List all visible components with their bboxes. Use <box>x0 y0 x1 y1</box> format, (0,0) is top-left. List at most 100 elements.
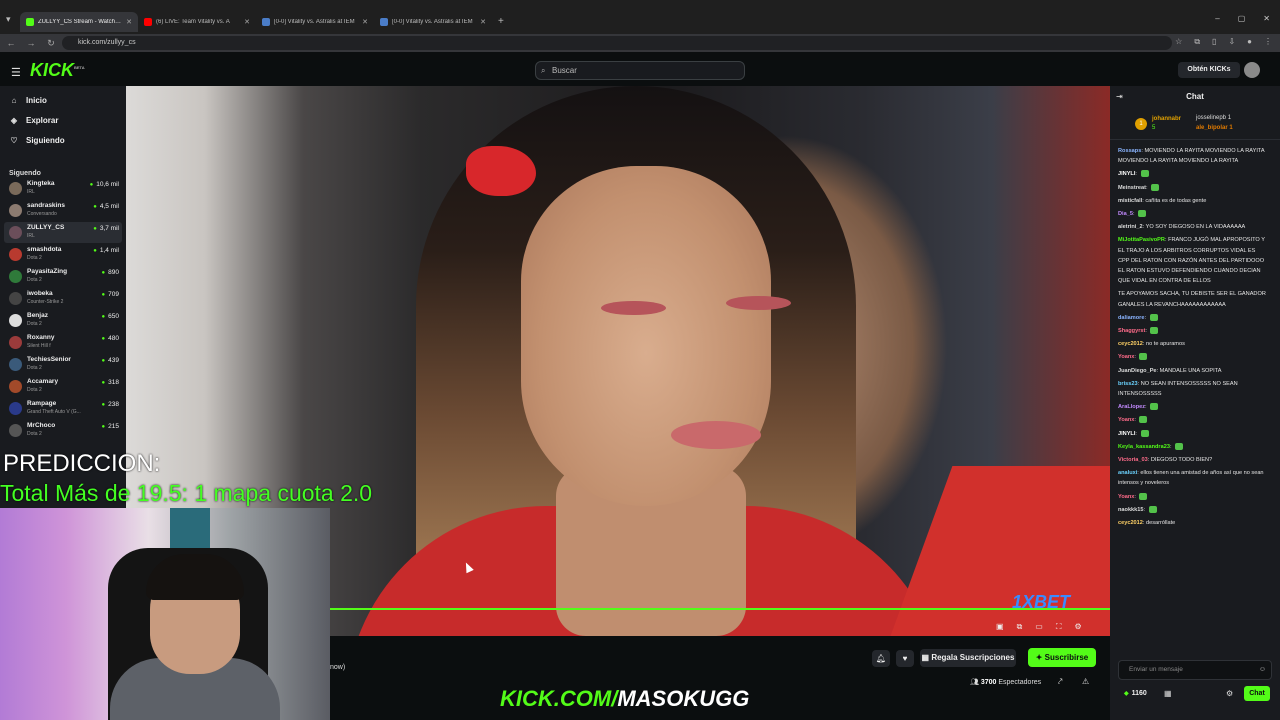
gifter-entry[interactable]: josselinepb 1 <box>1196 115 1231 121</box>
sidebar-channel[interactable]: ZULLYY_CS IRL 3,7 mil <box>4 222 122 243</box>
channel-avatar <box>9 402 22 415</box>
chat-username[interactable]: Yoanx <box>1118 494 1134 500</box>
chat-username[interactable]: daliamore <box>1118 315 1144 321</box>
sidebar-channel[interactable]: MrChoco Dota 2 215 <box>4 420 122 441</box>
extensions-icon[interactable]: ⧉ <box>1194 37 1200 47</box>
webcam-overlay <box>0 508 330 720</box>
minimize-icon[interactable]: – <box>1215 14 1219 23</box>
theater-icon[interactable]: ▭ <box>1035 622 1043 632</box>
fullscreen-icon[interactable]: ⛶ <box>1056 622 1062 632</box>
chat-username[interactable]: Keyla_kassandra23 <box>1118 444 1170 450</box>
follow-heart-icon[interactable]: ♥ <box>896 650 914 667</box>
video-lips-shape <box>671 421 761 449</box>
tab-close-icon[interactable]: ✕ <box>244 18 250 26</box>
back-icon[interactable]: ← <box>2 38 20 48</box>
emote-icon <box>1148 505 1157 513</box>
nav-home[interactable]: ⌂ Inicio <box>10 96 47 105</box>
sidebar-channel[interactable]: Rampage Grand Theft Auto V (G... 238 <box>4 398 122 419</box>
chat-username[interactable]: Shaggyrst <box>1118 328 1145 334</box>
tab-favicon-icon <box>26 18 34 26</box>
nav-label: Inicio <box>26 96 47 105</box>
sidebar-channel[interactable]: PayasitaZing Dota 2 890 <box>4 266 122 287</box>
notification-bell-icon[interactable]: 🔔︎ <box>872 650 890 667</box>
emoji-icon[interactable]: ☺ <box>1259 661 1266 679</box>
chat-username[interactable]: naokkk15 <box>1118 507 1144 513</box>
compass-icon: ◈ <box>10 116 18 125</box>
gifter-count: 5 <box>1152 125 1156 131</box>
sidebar-channel[interactable]: iwobeka Counter-Strike 2 709 <box>4 288 122 309</box>
chat-username[interactable]: Rossaps <box>1118 148 1141 154</box>
nav-explore[interactable]: ◈ Explorar <box>10 116 59 125</box>
report-icon[interactable]: ⚠ <box>1082 677 1089 686</box>
chat-username[interactable]: analuxi <box>1118 470 1137 476</box>
sidebar-channel[interactable]: sandraskins Conversando 4,5 mil <box>4 200 122 221</box>
sidebar-channel[interactable]: Accamary Dota 2 318 <box>4 376 122 397</box>
kicks-balance[interactable]: 1160 <box>1124 690 1147 697</box>
chat-username[interactable]: JINYLI <box>1118 431 1135 437</box>
chat-username[interactable]: ceyc2012 <box>1118 341 1143 347</box>
subscribe-button[interactable]: ✦ Suscribirse <box>1028 648 1096 667</box>
gifter-name[interactable]: johannabr <box>1152 116 1181 122</box>
close-window-icon[interactable]: ✕ <box>1263 14 1270 23</box>
gifter-entry[interactable]: ale_bipolar 1 <box>1196 125 1233 131</box>
pip-icon[interactable]: ▣ <box>996 622 1004 632</box>
gift-subs-button[interactable]: ▦ Regala Suscripciones <box>920 649 1016 667</box>
chat-username[interactable]: Dia_5 <box>1118 211 1133 217</box>
chat-username[interactable]: Yoanx <box>1118 354 1134 360</box>
chat-settings-icon[interactable]: ⚙ <box>1226 689 1233 698</box>
forward-icon[interactable]: → <box>22 38 40 48</box>
user-avatar[interactable] <box>1244 62 1260 78</box>
share-icon[interactable]: ⤤ <box>1058 677 1063 687</box>
chat-username[interactable]: JINYLI <box>1118 171 1135 177</box>
browser-tab[interactable]: [0-0] Vitality vs. Astralis at IEM ✕ <box>374 12 492 32</box>
video-eye-shape <box>726 296 791 310</box>
tab-close-icon[interactable]: ✕ <box>362 18 368 26</box>
chat-username[interactable]: AraLlopez <box>1118 404 1145 410</box>
hamburger-menu-icon[interactable]: ☰ <box>11 66 21 79</box>
sidebar-channel[interactable]: Roxanny Silent Hill f 480 <box>4 332 122 353</box>
chat-username[interactable]: ceyc2012 <box>1118 520 1143 526</box>
chat-footer: 1160 ▦ ⚙ Chat <box>1110 686 1280 706</box>
sidebar-channel[interactable]: smashdota Dota 2 1,4 mil <box>4 244 122 265</box>
sidebar-channel[interactable]: TechiesSenior Dota 2 439 <box>4 354 122 375</box>
address-bar[interactable]: kick.com/zullyy_cs <box>62 36 1172 50</box>
clip-icon[interactable]: ⧉ <box>1017 622 1023 632</box>
emote-icon <box>1149 313 1158 321</box>
sidebar-channel[interactable]: Benjaz Dota 2 650 <box>4 310 122 331</box>
send-chat-button[interactable]: Chat <box>1244 686 1270 701</box>
browser-tab[interactable]: (6) LIVE: Team Vitality vs. A ✕ <box>138 12 256 32</box>
chat-username[interactable]: Meinstreat <box>1118 185 1146 191</box>
reload-icon[interactable]: ↻ <box>42 38 60 49</box>
search-input[interactable]: ⌕ Buscar <box>535 61 745 80</box>
tab-close-icon[interactable]: ✕ <box>480 18 486 26</box>
prediction-line: Total Más de 19.5: 1 mapa cuota 2.0 <box>0 480 373 506</box>
sidebar-channel[interactable]: Kingteka IRL 10,6 mil <box>4 178 122 199</box>
maximize-icon[interactable]: ▢ <box>1238 14 1246 23</box>
channel-viewers: 3,7 mil <box>93 225 119 232</box>
download-icon[interactable]: ⇩ <box>1228 37 1235 47</box>
nav-following[interactable]: ♡ Siguiendo <box>10 136 64 145</box>
settings-icon[interactable]: ⚙ <box>1074 622 1081 632</box>
chat-username[interactable]: JuanDiego_Pe <box>1118 368 1157 374</box>
new-tab-button[interactable]: + <box>492 12 510 32</box>
chat-username[interactable]: briss23 <box>1118 381 1138 387</box>
chat-username[interactable]: Yoanx <box>1118 417 1134 423</box>
browser-tab[interactable]: [0-0] Vitality vs. Astralis at IEM ✕ <box>256 12 374 32</box>
sidepanel-icon[interactable]: ▯ <box>1212 37 1216 47</box>
chat-message: ceyc2012: no te apuramos <box>1118 341 1185 348</box>
chat-username[interactable]: MiJotitaPasivoPR <box>1118 237 1165 243</box>
menu-dots-icon[interactable]: ⋮ <box>1264 37 1272 47</box>
chat-message-input[interactable]: Enviar un mensaje ☺ <box>1118 660 1272 680</box>
chat-username[interactable]: Victoria_03 <box>1118 457 1148 463</box>
chat-input-placeholder: Enviar un mensaje <box>1129 666 1183 673</box>
gift-icon[interactable]: ▦ <box>1164 689 1172 698</box>
profile-icon[interactable]: ● <box>1247 37 1252 47</box>
kick-logo[interactable]: KICKBETA <box>30 60 85 81</box>
bookmark-star-icon[interactable]: ☆ <box>1175 37 1182 47</box>
browser-tab[interactable]: ZULLYY_CS Stream - Watch Live ✕ <box>20 12 138 32</box>
tab-search-icon[interactable]: ▾ <box>6 14 11 25</box>
get-kicks-button[interactable]: Obtén KICKs <box>1178 62 1240 78</box>
chat-username[interactable]: misticfall <box>1118 198 1142 204</box>
chat-username[interactable]: aletrini_2 <box>1118 224 1143 230</box>
tab-close-icon[interactable]: ✕ <box>126 18 132 26</box>
